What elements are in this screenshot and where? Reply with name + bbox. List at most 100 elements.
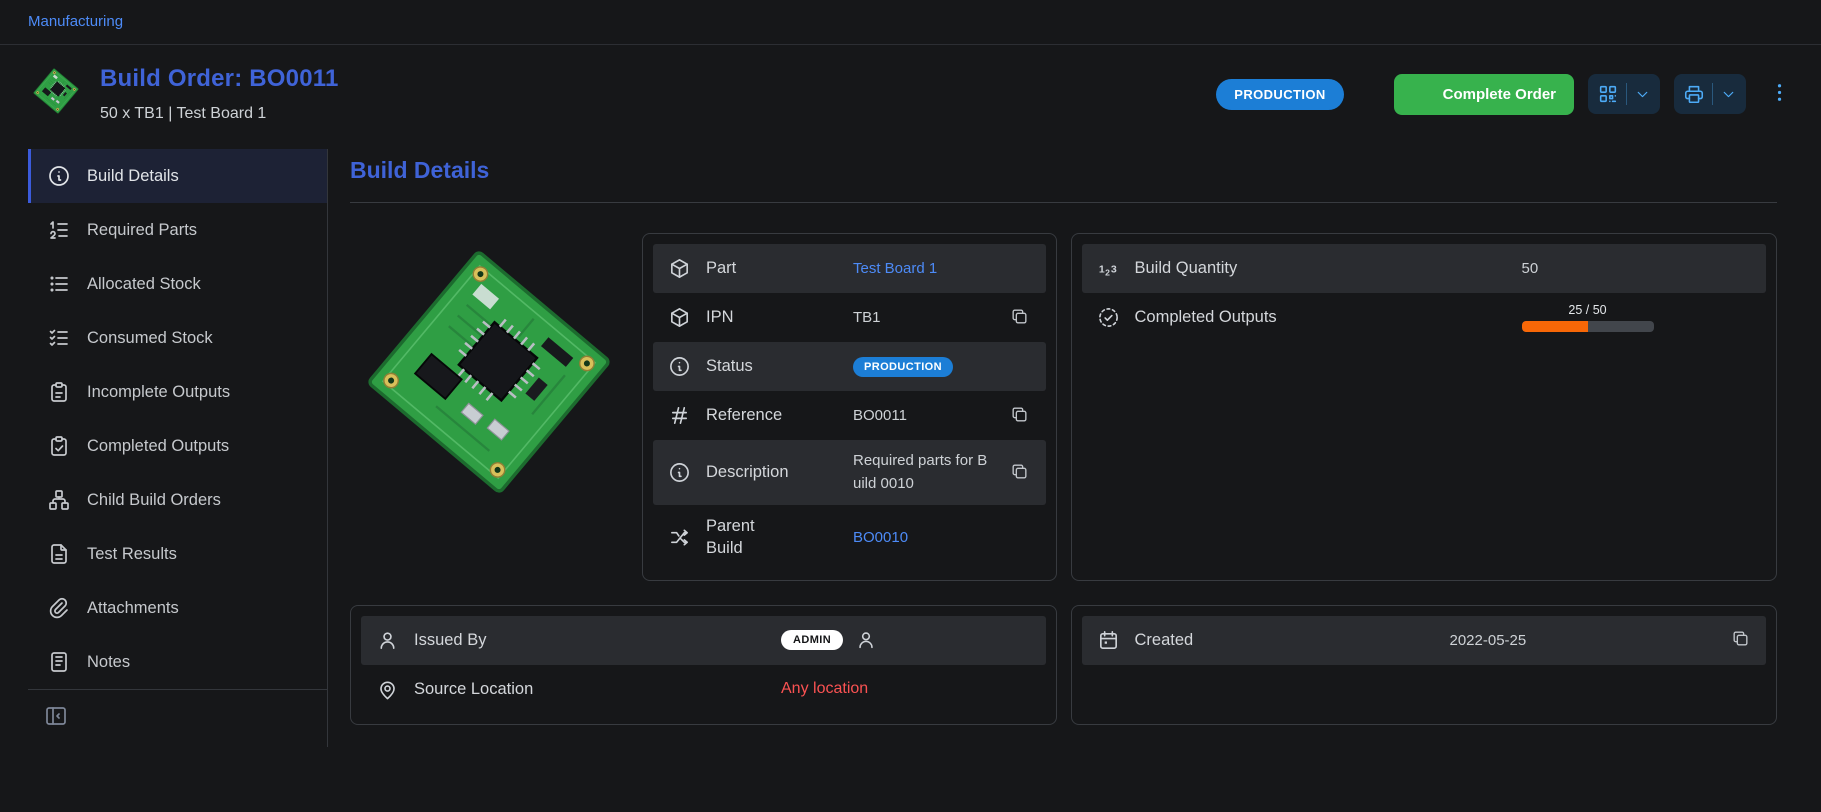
copy-button[interactable] xyxy=(1009,462,1031,484)
clipboard-check-icon xyxy=(47,434,71,458)
sidebar-item-label: Attachments xyxy=(87,599,179,618)
header-left: Build Order: BO0011 50 x TB1 | Test Boar… xyxy=(30,65,339,123)
notes-icon xyxy=(47,650,71,674)
sidebar-item-required-parts[interactable]: Required Parts xyxy=(28,203,327,257)
info-circle-icon xyxy=(47,164,71,188)
build-progress-table: Build Quantity 50 Completed Outputs 25 /… xyxy=(1071,233,1778,581)
sidebar-item-build-details[interactable]: Build Details xyxy=(28,149,327,203)
table-row-description: Description Required parts for Build 001… xyxy=(653,440,1046,505)
progress-label: 25 / 50 xyxy=(1568,303,1606,317)
sidebar-item-label: Test Results xyxy=(87,545,177,564)
build-quantity-value: 50 xyxy=(1522,260,1752,277)
chevron-down-icon xyxy=(1634,86,1651,103)
copy-icon xyxy=(1010,405,1029,424)
page-title: Build Order: BO0011 xyxy=(100,65,339,93)
hash-icon xyxy=(668,404,691,427)
printer-icon xyxy=(1683,83,1705,105)
sidebar-item-completed-outputs[interactable]: Completed Outputs xyxy=(28,419,327,473)
row-label: Status xyxy=(706,357,838,376)
page-subtitle: 50 x TB1 | Test Board 1 xyxy=(100,105,339,123)
sidebar-footer xyxy=(28,689,327,747)
body: Build Details Required Parts Allocated S… xyxy=(0,149,1821,747)
sidebar-item-label: Notes xyxy=(87,653,130,672)
copy-button[interactable] xyxy=(1009,405,1031,427)
row-label: Source Location xyxy=(414,680,766,699)
more-actions-button[interactable] xyxy=(1768,81,1791,107)
clipboard-icon xyxy=(47,380,71,404)
table-row-reference: Reference BO0011 xyxy=(653,391,1046,440)
row-label: Reference xyxy=(706,406,838,425)
complete-order-label: Complete Order xyxy=(1443,86,1556,103)
description-value: Required parts for Build 0010 xyxy=(853,450,994,495)
table-row-created: Created 2022-05-25 xyxy=(1082,616,1767,665)
main-panel: Build Details Part Test Board 1 xyxy=(328,149,1821,725)
part-image[interactable] xyxy=(350,233,628,516)
table-row-build-quantity: Build Quantity 50 xyxy=(1082,244,1767,293)
row-label: Part xyxy=(706,259,838,278)
row-label: Parent Build xyxy=(706,515,838,560)
row-label: Description xyxy=(706,463,838,482)
panel-heading: Build Details xyxy=(350,157,1777,184)
circle-check-dotted-icon xyxy=(1097,306,1120,329)
table-row-part: Part Test Board 1 xyxy=(653,244,1046,293)
sidebar-item-notes[interactable]: Notes xyxy=(28,635,327,689)
part-link[interactable]: Test Board 1 xyxy=(853,260,937,277)
split-divider xyxy=(1712,83,1713,105)
complete-order-button[interactable]: Complete Order xyxy=(1394,74,1574,115)
sidebar-item-test-results[interactable]: Test Results xyxy=(28,527,327,581)
sidebar-item-label: Child Build Orders xyxy=(87,491,221,510)
heading-divider xyxy=(350,202,1777,203)
sidebar-item-attachments[interactable]: Attachments xyxy=(28,581,327,635)
copy-icon xyxy=(1010,462,1029,481)
reference-value: BO0011 xyxy=(853,407,994,424)
sidebar-item-consumed-stock[interactable]: Consumed Stock xyxy=(28,311,327,365)
table-row-ipn: IPN TB1 xyxy=(653,293,1046,342)
barcode-actions-button[interactable] xyxy=(1588,74,1660,114)
list-numbers-icon xyxy=(47,218,71,242)
breadcrumb-manufacturing[interactable]: Manufacturing xyxy=(28,13,123,30)
row-label: IPN xyxy=(706,308,838,327)
info-circle-icon xyxy=(668,461,691,484)
status-badge: PRODUCTION xyxy=(853,357,953,377)
header-actions: PRODUCTION Complete Order xyxy=(1216,74,1791,115)
copy-icon xyxy=(1010,307,1029,326)
completed-outputs-progress: 25 / 50 xyxy=(1522,303,1654,332)
split-divider xyxy=(1626,83,1627,105)
sidebar-collapse-icon xyxy=(44,704,68,728)
numbers-123-icon xyxy=(1097,257,1120,280)
qrcode-icon xyxy=(1597,83,1619,105)
created-table: Created 2022-05-25 xyxy=(1071,605,1778,725)
build-details-content: Part Test Board 1 IPN TB1 xyxy=(350,233,1777,725)
row-label: Created xyxy=(1135,631,1435,650)
user-icon xyxy=(376,629,399,652)
sidebar-item-allocated-stock[interactable]: Allocated Stock xyxy=(28,257,327,311)
top-left-cell: Part Test Board 1 IPN TB1 xyxy=(350,233,1057,581)
breadcrumb: Manufacturing xyxy=(0,0,1821,45)
build-thumbnail-image xyxy=(30,65,82,117)
progress-fill xyxy=(1522,321,1588,332)
chevron-down-icon xyxy=(1720,86,1737,103)
user-icon xyxy=(855,629,877,651)
sidebar-item-child-build-orders[interactable]: Child Build Orders xyxy=(28,473,327,527)
parent-build-link[interactable]: BO0010 xyxy=(853,529,908,546)
copy-button[interactable] xyxy=(1729,629,1751,651)
title-block: Build Order: BO0011 50 x TB1 | Test Boar… xyxy=(100,65,339,123)
table-row-issued-by: Issued By ADMIN xyxy=(361,616,1046,665)
sidebar-item-label: Required Parts xyxy=(87,221,197,240)
row-label: Completed Outputs xyxy=(1135,308,1507,327)
sidebar-item-incomplete-outputs[interactable]: Incomplete Outputs xyxy=(28,365,327,419)
sidebar-item-label: Allocated Stock xyxy=(87,275,201,294)
paperclip-icon xyxy=(47,596,71,620)
print-actions-button[interactable] xyxy=(1674,74,1746,114)
collapse-sidebar-button[interactable] xyxy=(44,704,68,731)
sidebar-item-label: Build Details xyxy=(87,167,179,186)
copy-button[interactable] xyxy=(1009,307,1031,329)
progress-bar xyxy=(1522,321,1654,332)
sidebar-item-label: Completed Outputs xyxy=(87,437,229,456)
dots-vertical-icon xyxy=(1768,81,1791,104)
page-header: Build Order: BO0011 50 x TB1 | Test Boar… xyxy=(0,45,1821,149)
hierarchy-icon xyxy=(668,526,691,549)
sidebar: Build Details Required Parts Allocated S… xyxy=(28,149,328,747)
info-circle-icon xyxy=(668,355,691,378)
list-icon xyxy=(47,272,71,296)
